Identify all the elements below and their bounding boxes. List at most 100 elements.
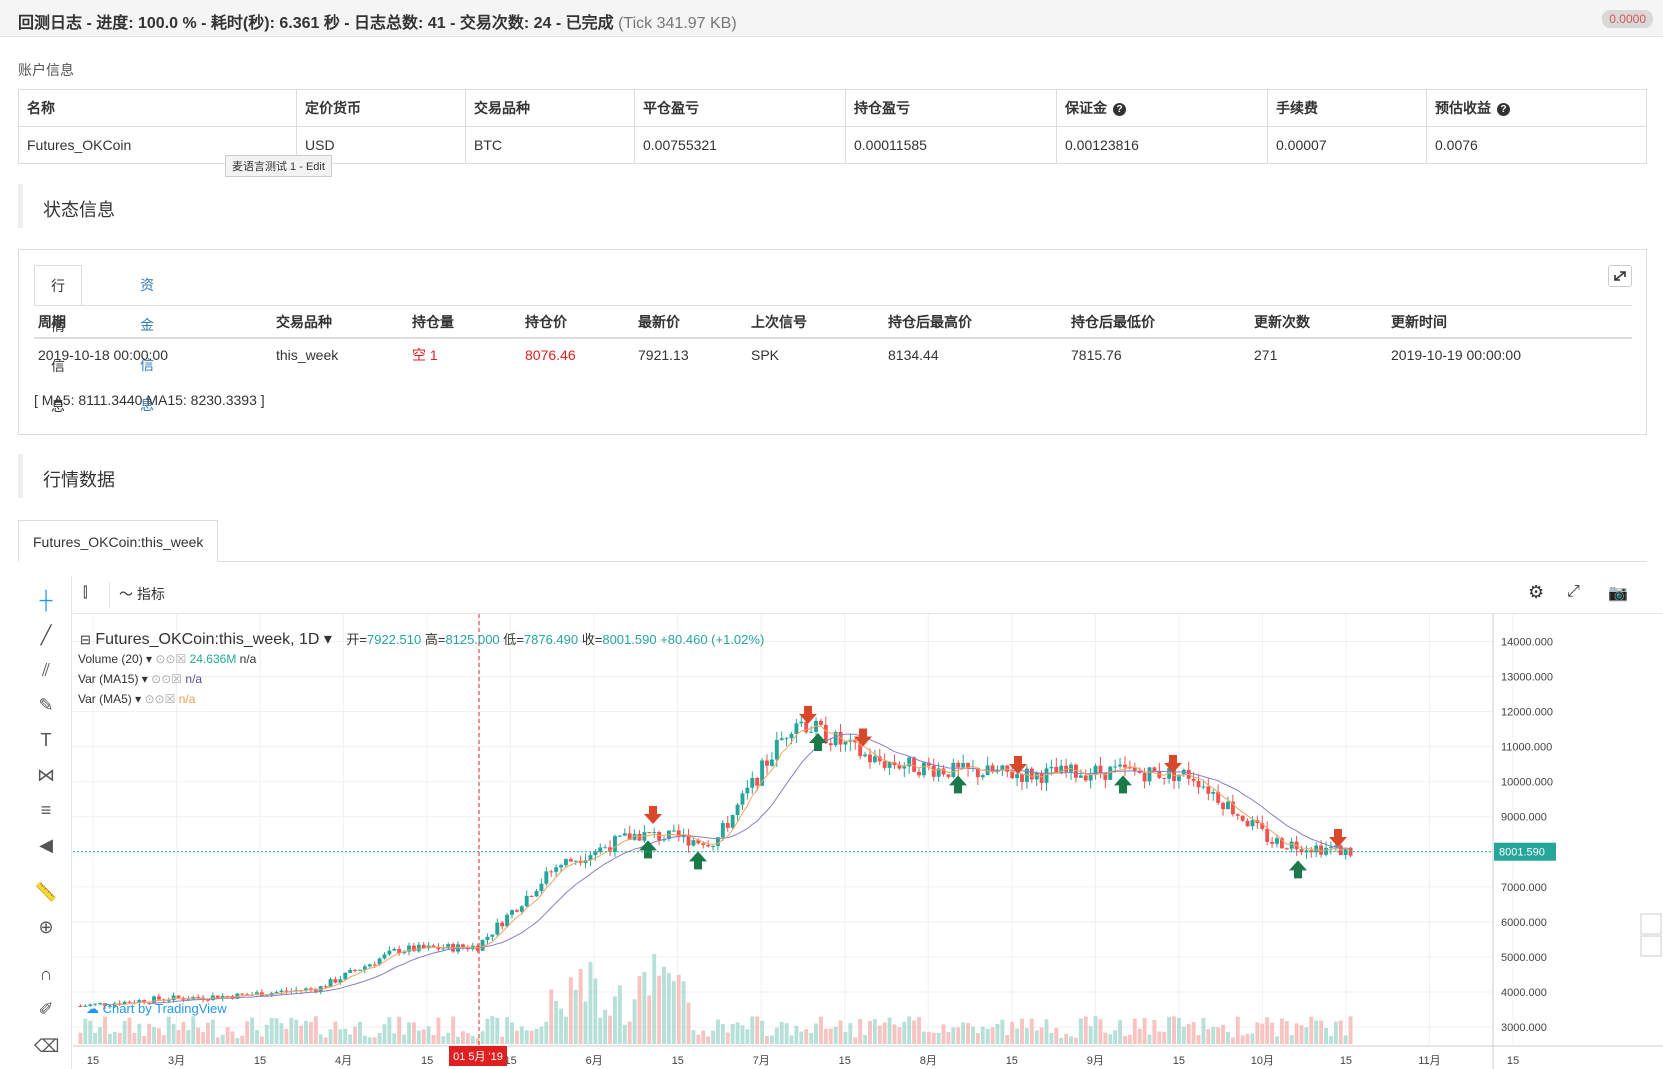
candle-body [882, 761, 887, 768]
status-panel: 行情信息 资金信息 周期 交易品种 持仓量 持仓价 最新价 上次信号 持仓后最高… [18, 249, 1647, 435]
candle-body [946, 774, 951, 777]
expand-button[interactable] [1608, 265, 1632, 287]
trash-icon[interactable]: ⌫ [34, 1034, 59, 1058]
cell: 0.00755321 [634, 126, 846, 164]
volume-bar [132, 1032, 137, 1044]
volume-bar [1024, 1027, 1029, 1044]
cell: 7815.76 [1071, 347, 1122, 363]
volume-bar [206, 1022, 210, 1044]
trendline-icon[interactable]: ╱ [34, 623, 58, 647]
volume-bar [215, 1037, 220, 1044]
volume-bar [637, 976, 642, 1044]
volume-bar [706, 1036, 711, 1044]
candles-icon[interactable]: ⫿ [83, 584, 87, 601]
brush-icon[interactable]: ✎ [34, 693, 58, 717]
lock-draw-icon[interactable]: ✐ [34, 997, 58, 1021]
col-period: 周期 [34, 306, 272, 339]
col-last-signal: 上次信号 [747, 306, 884, 339]
sell-arrow [644, 806, 662, 825]
volume-bar [853, 1037, 858, 1044]
candle-body [799, 721, 804, 724]
text-icon[interactable]: T [34, 728, 58, 752]
candle-body [755, 777, 760, 786]
candle-body [1201, 786, 1206, 788]
volume-bar [1206, 1029, 1211, 1044]
volume-bar [1049, 1032, 1054, 1044]
cell: 0.0076 [1426, 126, 1647, 164]
volume-bar [622, 1024, 627, 1044]
ruler-icon[interactable]: 📏 [34, 880, 58, 904]
low-value: 7876.490 [523, 632, 579, 647]
candle-body [917, 771, 921, 776]
volume-bar [1186, 1024, 1191, 1044]
candle-body [1152, 767, 1157, 772]
candle-body [323, 986, 328, 988]
volume-bar [505, 1017, 510, 1044]
col-symbol: 交易品种 [272, 306, 408, 339]
pattern-icon[interactable]: ⋈ [34, 763, 58, 787]
help-icon[interactable]: ? [1113, 103, 1126, 116]
collapse-icon[interactable]: ⊟ [80, 632, 91, 647]
volume-bar [794, 1025, 799, 1044]
volume-bar [912, 1020, 917, 1044]
crosshair-icon[interactable]: ┼ [34, 588, 58, 612]
volume-bar [411, 1022, 416, 1044]
chart-tab[interactable]: Futures_OKCoin:this_week [18, 520, 219, 562]
volume-bar [1113, 1030, 1118, 1044]
candle-body [529, 895, 534, 897]
scroll-down-button [1640, 935, 1662, 957]
magnet-icon[interactable]: ∩ [34, 962, 58, 986]
volume-bar [887, 1017, 892, 1044]
price-chart[interactable]: 15 3月 15 4月 15 15 6月 15 7月 15 8月 15 9月 15 10月 15 11月 1514… [73, 614, 1663, 1069]
volume-bar [828, 1028, 833, 1044]
col-last-price: 最新价 [634, 306, 747, 339]
settings-icon[interactable]: ⚙ [1528, 582, 1544, 603]
candle-body [387, 950, 392, 955]
indicators-button[interactable]: 〜 指标 [119, 584, 165, 604]
tab-market-info[interactable]: 行情信息 [34, 265, 82, 414]
zoom-in-icon[interactable]: ⊕ [34, 915, 58, 939]
tradingview-watermark[interactable]: ☁ Chart by TradingView [86, 1001, 227, 1017]
back-arrow-icon[interactable]: ◀ [34, 833, 58, 857]
candle-body [1206, 786, 1211, 794]
candle-body [828, 743, 833, 746]
cell: this_week [276, 347, 339, 363]
volume-bar [274, 1018, 279, 1044]
x-tick-label: 15 [254, 1055, 266, 1067]
help-icon[interactable]: ? [1497, 103, 1510, 116]
tab-fund-info[interactable]: 资金信息 [124, 265, 170, 413]
volume-bar [1157, 1031, 1162, 1044]
candle-body [1191, 778, 1196, 781]
candle-body [382, 954, 387, 959]
volume-bar [367, 1037, 372, 1044]
volume-bar [1333, 1021, 1338, 1044]
volume-bar [176, 1030, 181, 1044]
camera-icon[interactable]: 📷 [1608, 583, 1628, 603]
x-tick-label: 15 [1340, 1055, 1352, 1067]
fib-icon[interactable]: ≡ [34, 798, 58, 822]
volume-bar [510, 1022, 514, 1044]
volume-bar [255, 1030, 259, 1044]
volume-bar [818, 1016, 823, 1044]
volume-bar [671, 981, 676, 1044]
candle-body [534, 891, 539, 897]
volume-value: 24.636M [189, 652, 237, 666]
pitchfork-icon[interactable]: ⫽ [34, 658, 58, 682]
candle-body [559, 865, 563, 868]
volume-bar [1064, 1033, 1069, 1044]
col-name: 名称 [18, 89, 297, 127]
cell: 0.00007 [1267, 126, 1427, 164]
volume-legend: Volume (20) ▾ ⊙⊙☒ 24.636M n/a [78, 652, 257, 666]
volume-bar [431, 1034, 436, 1044]
col-fee: 手续费 [1267, 89, 1427, 127]
volume-bar [313, 1016, 318, 1044]
candle-body [240, 993, 245, 995]
volume-bar [1172, 1016, 1176, 1044]
volume-bar [539, 1026, 544, 1044]
volume-bar [868, 1021, 872, 1044]
volume-bar [524, 1030, 529, 1044]
volume-bar [1221, 1024, 1225, 1044]
fullscreen-icon[interactable]: ⤢ [1567, 583, 1580, 601]
volume-bar [480, 1031, 485, 1044]
volume-bar [289, 1017, 294, 1044]
